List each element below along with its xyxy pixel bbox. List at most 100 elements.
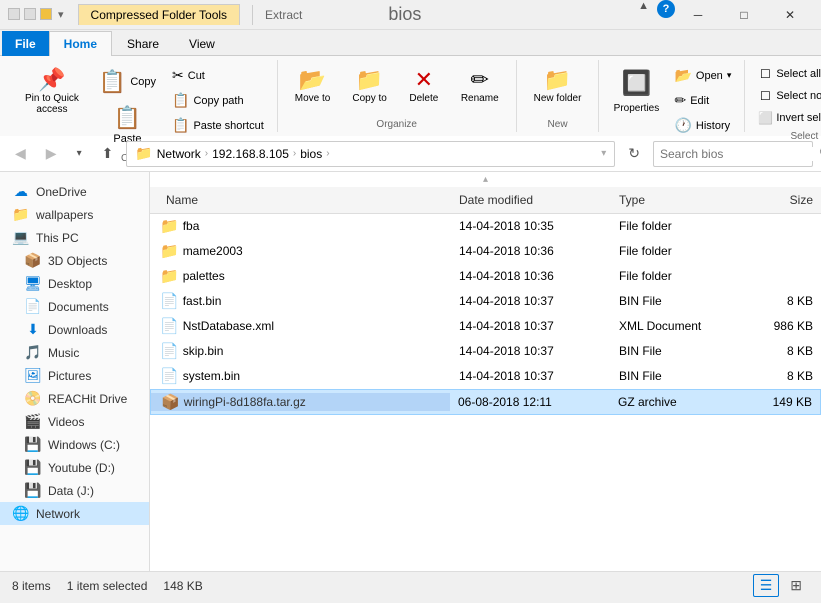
select-none-button[interactable]: ☐ Select none [753,86,821,106]
sidebar-item-videos[interactable]: 🎬 Videos [0,410,149,433]
breadcrumb-folder-icon: 📁 [135,145,152,162]
file-list: ▴ Name Date modified Type Size 📁fba14-04… [150,172,821,571]
col-size-header[interactable]: Size [741,191,821,209]
file-row-5[interactable]: 📄skip.bin14-04-2018 10:37BIN File8 KB [150,339,821,364]
breadcrumb[interactable]: 📁 Network › 192.168.8.105 › bios › ▾ [126,141,615,167]
compressed-tools-tab[interactable]: Compressed Folder Tools [78,4,241,25]
properties-split-btn[interactable]: 🔲 [607,64,665,103]
tab-view[interactable]: View [174,31,230,56]
this-pc-icon: 💻 [12,229,30,246]
tab-file[interactable]: File [2,31,49,56]
col-date-header[interactable]: Date modified [451,191,611,209]
recent-locations-button[interactable]: ▾ [70,144,89,163]
file-name-cell-6: 📄system.bin [150,367,451,385]
file-name-cell-4: 📄NstDatabase.xml [150,317,451,335]
paste-shortcut-button[interactable]: 📋 Paste shortcut [167,114,269,137]
tab-share[interactable]: Share [112,31,174,56]
copy-icon: 📋 [99,69,126,95]
open-buttons: 🔲 Properties 📂 Open ▾ ✏ Edit 🕐 History [607,60,736,137]
windows-c-icon: 💾 [24,436,42,453]
breadcrumb-expand: ▾ [601,148,606,159]
delete-button[interactable]: ✕ Delete [400,64,448,109]
folder-icon: 📁 [160,217,179,235]
expand-indicator: ▴ [150,172,821,187]
sidebar-item-downloads[interactable]: ⬇ Downloads [0,318,149,341]
sidebar-item-desktop[interactable]: 🖥 Desktop [0,272,149,295]
invert-selection-button[interactable]: ⬜ Invert selection [753,108,821,128]
sidebar-item-reachit[interactable]: 📀 REACHit Drive [0,387,149,410]
file-row-6[interactable]: 📄system.bin14-04-2018 10:37BIN File8 KB [150,364,821,389]
history-button[interactable]: 🕐 History [669,114,736,137]
file-size-7: 149 KB [740,395,820,409]
back-button[interactable]: ◀ [8,141,33,166]
sidebar-item-thispc[interactable]: 💻 This PC [0,226,149,249]
clipboard-buttons: 📌 Pin to Quickaccess 📋 Copy 📋 Paste ✂ [16,60,269,150]
properties-icon: 🔲 [622,69,652,98]
file-date-2: 14-04-2018 10:36 [451,269,611,283]
title-bar-icons: ▾ [8,8,64,21]
file-name-cell-5: 📄skip.bin [150,342,451,360]
file-icon: 📄 [160,342,179,360]
new-label: New [525,116,591,132]
maximize-button[interactable]: □ [721,0,767,30]
copy-path-button[interactable]: 📋 Copy path [167,89,269,112]
rename-icon: ✏ [471,69,489,91]
tab-home[interactable]: Home [49,31,112,56]
open-small-btns: 📂 Open ▾ ✏ Edit 🕐 History [669,64,736,137]
move-to-button[interactable]: 📂 Move to [286,64,340,109]
file-name-cell-0: 📁fba [150,217,451,235]
up-button[interactable]: ⬆ [95,141,121,166]
sidebar-item-data-j[interactable]: 💾 Data (J:) [0,479,149,502]
extract-subtab[interactable]: Extract [265,8,302,22]
open-button[interactable]: 📂 Open ▾ [669,64,736,87]
file-type-1: File folder [611,244,741,258]
file-row-2[interactable]: 📁palettes14-04-2018 10:36File folder [150,264,821,289]
gz-icon: 📦 [161,393,180,411]
file-row-4[interactable]: 📄NstDatabase.xml14-04-2018 10:37XML Docu… [150,314,821,339]
sidebar-item-youtube-d[interactable]: 💾 Youtube (D:) [0,456,149,479]
sidebar-item-windows-c[interactable]: 💾 Windows (C:) [0,433,149,456]
large-icons-button[interactable]: ⊞ [783,574,809,597]
properties-main-button[interactable]: 🔲 [608,65,664,102]
minimize-button[interactable]: ─ [675,0,721,30]
window-controls: ▲ ? ─ □ ✕ [638,0,813,30]
sidebar-item-pictures[interactable]: 🖼 Pictures [0,364,149,387]
pin-to-quick-access-button[interactable]: 📌 Pin to Quickaccess [16,64,88,120]
search-input[interactable] [660,147,815,161]
documents-icon: 📄 [24,298,42,315]
col-type-header[interactable]: Type [611,191,741,209]
sidebar-item-wallpapers[interactable]: 📁 wallpapers [0,203,149,226]
file-row-7[interactable]: 📦wiringPi-8d188fa.tar.gz06-08-2018 12:11… [150,389,821,415]
select-all-icon: ☐ [758,67,772,81]
sidebar-item-music[interactable]: 🎵 Music [0,341,149,364]
sidebar-item-onedrive[interactable]: ☁ OneDrive [0,180,149,203]
details-view-button[interactable]: ☰ [753,574,780,597]
rename-button[interactable]: ✏ Rename [452,64,508,109]
file-list-header: Name Date modified Type Size [150,187,821,214]
edit-button[interactable]: ✏ Edit [669,89,736,112]
ribbon-tabs: File Home Share View [0,30,821,56]
copy-button[interactable]: 📋 Copy [92,66,163,98]
file-row-0[interactable]: 📁fba14-04-2018 10:35File folder [150,214,821,239]
select-all-button[interactable]: ☐ Select all [753,64,821,84]
select-none-icon: ☐ [758,89,772,103]
ribbon-group-select: ☐ Select all ☐ Select none ⬜ Invert sele… [745,60,821,132]
cut-button[interactable]: ✂ Cut [167,64,269,87]
sidebar-item-network[interactable]: 🌐 Network [0,502,149,525]
sidebar-item-3dobjects[interactable]: 📦 3D Objects [0,249,149,272]
col-name-header[interactable]: Name [150,191,451,209]
file-date-3: 14-04-2018 10:37 [451,294,611,308]
file-row-3[interactable]: 📄fast.bin14-04-2018 10:37BIN File8 KB [150,289,821,314]
help-button[interactable]: ? [657,0,675,18]
sidebar-item-documents[interactable]: 📄 Documents [0,295,149,318]
file-row-1[interactable]: 📁mame200314-04-2018 10:36File folder [150,239,821,264]
forward-button[interactable]: ▶ [39,141,64,166]
ribbon-collapse-icon[interactable]: ▲ [638,0,649,30]
reachit-icon: 📀 [24,390,42,407]
copy-to-button[interactable]: 📁 Copy to [343,64,395,109]
new-folder-button[interactable]: 📁 New folder [525,64,591,109]
paste-shortcut-icon: 📋 [172,117,189,134]
move-to-icon: 📂 [299,69,326,91]
close-button[interactable]: ✕ [767,0,813,30]
refresh-button[interactable]: ↻ [621,141,647,166]
